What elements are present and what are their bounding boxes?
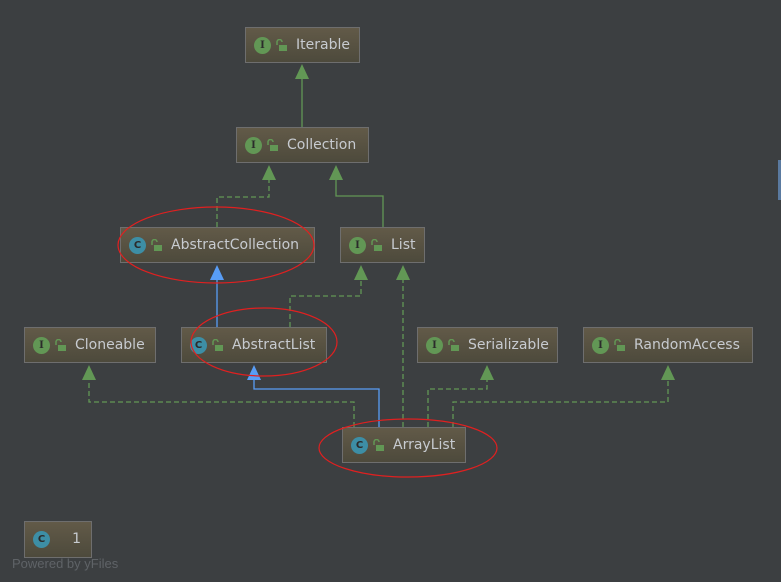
arrowhead-serializable bbox=[480, 365, 494, 380]
public-lock-icon bbox=[614, 339, 625, 351]
public-lock-icon bbox=[448, 339, 459, 351]
node-label: Iterable bbox=[296, 37, 350, 53]
node-arraylist[interactable]: C ArrayList bbox=[342, 427, 466, 463]
node-label: Serializable bbox=[468, 337, 549, 353]
edge-arraylist-randomaccess bbox=[452, 379, 669, 427]
class-icon: C bbox=[351, 436, 368, 454]
arrowhead-list-left bbox=[354, 265, 368, 280]
powered-by-label: Powered by yFiles bbox=[12, 556, 119, 571]
edge-abstractcollection-collection bbox=[216, 179, 270, 227]
node-label: ArrayList bbox=[393, 437, 456, 453]
public-lock-icon bbox=[267, 139, 278, 151]
interface-icon: I bbox=[426, 336, 443, 354]
edge-abstractlist-list bbox=[289, 279, 362, 327]
node-iterable[interactable]: I Iterable bbox=[245, 27, 360, 63]
edge-arraylist-serializable bbox=[427, 379, 488, 427]
class-count-box[interactable]: C 1 bbox=[24, 521, 92, 558]
class-count: 1 bbox=[72, 531, 81, 547]
arrowhead-abstractlist bbox=[247, 365, 261, 380]
public-lock-icon bbox=[373, 439, 384, 451]
public-lock-icon bbox=[55, 339, 66, 351]
arrowhead-iterable bbox=[295, 64, 309, 79]
node-label: RandomAccess bbox=[634, 337, 740, 353]
edge-arraylist-cloneable bbox=[88, 379, 355, 427]
arrowhead-cloneable bbox=[82, 365, 96, 380]
node-label: Collection bbox=[287, 137, 357, 153]
node-label: Cloneable bbox=[75, 337, 145, 353]
node-abstractcollection[interactable]: C AbstractCollection bbox=[120, 227, 315, 263]
edge-list-collection bbox=[335, 179, 384, 227]
node-randomaccess[interactable]: I RandomAccess bbox=[583, 327, 753, 363]
interface-icon: I bbox=[245, 136, 262, 154]
class-icon: C bbox=[190, 336, 207, 354]
public-lock-icon bbox=[276, 39, 287, 51]
arrowhead-collection-right bbox=[329, 165, 343, 180]
node-label: AbstractList bbox=[232, 337, 316, 353]
node-serializable[interactable]: I Serializable bbox=[417, 327, 558, 363]
interface-icon: I bbox=[592, 336, 609, 354]
interface-icon: I bbox=[254, 36, 271, 54]
node-label: List bbox=[391, 237, 416, 253]
node-cloneable[interactable]: I Cloneable bbox=[24, 327, 156, 363]
public-lock-icon bbox=[371, 239, 382, 251]
edge-arraylist-abstractlist bbox=[253, 379, 380, 427]
public-lock-icon bbox=[212, 339, 223, 351]
class-icon: C bbox=[33, 531, 50, 548]
node-list[interactable]: I List bbox=[340, 227, 425, 263]
node-abstractlist[interactable]: C AbstractList bbox=[181, 327, 327, 363]
interface-icon: I bbox=[349, 236, 366, 254]
edges-layer bbox=[82, 64, 675, 427]
node-label: AbstractCollection bbox=[171, 237, 300, 253]
interface-icon: I bbox=[33, 336, 50, 354]
class-icon: C bbox=[129, 236, 146, 254]
arrowhead-abstractcollection bbox=[210, 265, 224, 280]
arrowhead-collection-left bbox=[262, 165, 276, 180]
node-collection[interactable]: I Collection bbox=[236, 127, 369, 163]
arrowhead-randomaccess bbox=[661, 365, 675, 380]
arrowhead-list-right bbox=[396, 265, 410, 280]
public-lock-icon bbox=[151, 239, 162, 251]
